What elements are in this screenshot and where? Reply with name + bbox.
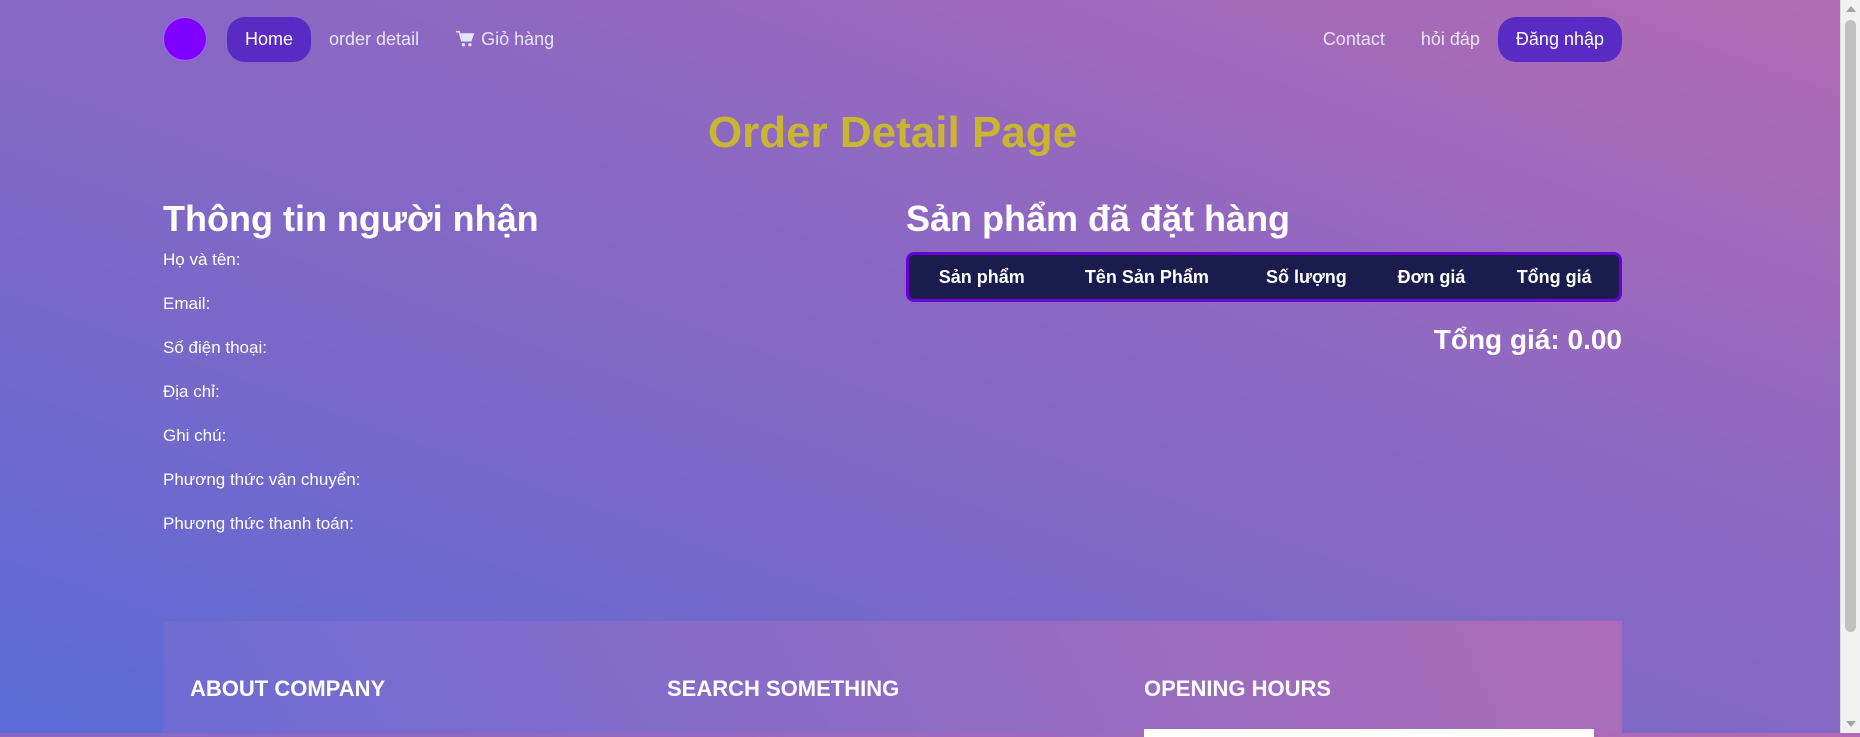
login-button[interactable]: Đăng nhập: [1497, 16, 1622, 62]
cart-icon: [456, 30, 475, 47]
logo[interactable]: [163, 17, 207, 61]
scroll-down-arrow-icon[interactable]: [1846, 721, 1856, 727]
column-header-total-price: Tổng giá: [1516, 266, 1592, 287]
nav-cart-link[interactable]: Giỏ hàng: [437, 17, 572, 62]
nav-faq-link[interactable]: hỏi đáp: [1403, 17, 1498, 62]
recipient-info: Thông tin người nhận Họ và tên: Email: S…: [163, 198, 803, 558]
field-email: Email:: [163, 294, 211, 313]
field-phone: Số điện thoại:: [163, 338, 267, 357]
field-note: Ghi chú:: [163, 426, 227, 445]
order-total: Tổng giá: 0.00: [1433, 324, 1622, 355]
field-shipping-method: Phương thức vận chuyển:: [163, 470, 361, 489]
recipient-title: Thông tin người nhận: [163, 198, 539, 239]
nav-cart-label: Giỏ hàng: [481, 28, 555, 49]
footer-hours-heading: OPENING HOURS: [1144, 676, 1332, 701]
opening-hours-box: [1144, 729, 1594, 737]
footer-about-heading: ABOUT COMPANY: [190, 676, 386, 701]
field-fullname: Họ và tên:: [163, 250, 241, 269]
field-payment-method: Phương thức thanh toán:: [163, 514, 354, 533]
column-header-quantity: Số lượng: [1265, 266, 1347, 287]
column-header-product-name: Tên Sản Phẩm: [1084, 266, 1209, 287]
column-header-unit-price: Đơn giá: [1397, 266, 1466, 287]
order-table-header: Sản phẩm Tên Sản Phẩm Số lượng Đơn giá T…: [906, 252, 1622, 302]
nav-home-link[interactable]: Home: [227, 16, 312, 62]
page-title: Order Detail Page: [707, 108, 1078, 157]
footer: ABOUT COMPANY SEARCH SOMETHING OPENING H…: [163, 621, 1622, 737]
scrollbar-thumb[interactable]: [1845, 20, 1856, 632]
field-address: Địa chỉ:: [163, 382, 220, 401]
nav-order-detail-link[interactable]: order detail: [311, 17, 437, 62]
ordered-products-title: Sản phẩm đã đặt hàng: [906, 198, 1291, 239]
nav-contact-link[interactable]: Contact: [1305, 17, 1403, 62]
ordered-products: Sản phẩm đã đặt hàng Sản phẩm Tên Sản Ph…: [906, 198, 1622, 356]
footer-search-heading: SEARCH SOMETHING: [667, 676, 900, 701]
column-header-product: Sản phẩm: [938, 266, 1025, 287]
vertical-scrollbar[interactable]: [1840, 0, 1860, 733]
scroll-up-arrow-icon[interactable]: [1846, 6, 1856, 12]
top-nav: Home order detail Giỏ hàng Contact hỏi đ…: [163, 16, 1622, 62]
